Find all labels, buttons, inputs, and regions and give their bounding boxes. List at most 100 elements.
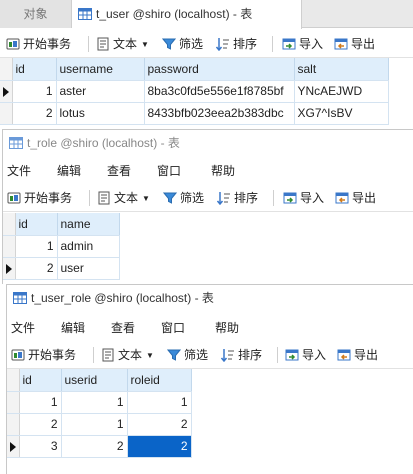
window-t-user-role: t_user_role @shiro (localhost) - 表 文件 编辑… (6, 284, 413, 474)
table-row[interactable]: 2 lotus 8433bfb023eea2b383dbc XG7^IsBV (0, 102, 389, 125)
export-button[interactable]: 导出 (334, 30, 375, 58)
tab-t-user[interactable]: t_user @shiro (localhost) - 表 (72, 0, 302, 29)
menu-window[interactable]: 窗口 (161, 317, 185, 339)
menu-view[interactable]: 查看 (107, 160, 131, 182)
text-icon (98, 191, 110, 205)
import-icon (282, 38, 296, 50)
cell-password[interactable]: 8ba3c0fd5e556e1f8785bf (144, 80, 295, 103)
column-header[interactable]: id (19, 369, 62, 392)
begin-transaction-button[interactable]: 开始事务 (7, 184, 72, 212)
filter-button[interactable]: 筛选 (163, 184, 204, 212)
row-indicator (0, 80, 13, 103)
menu-edit[interactable]: 编辑 (61, 317, 85, 339)
column-header[interactable]: password (144, 58, 295, 81)
tab-objects[interactable]: 对象 (0, 0, 72, 28)
separator (277, 347, 278, 363)
window-titlebar[interactable]: t_role @shiro (localhost) - 表 (3, 130, 413, 156)
column-header[interactable]: userid (61, 369, 128, 392)
cell-password[interactable]: 8433bfb023eea2b383dbc (144, 102, 295, 125)
column-header[interactable]: roleid (127, 369, 192, 392)
menu-file[interactable]: 文件 (11, 317, 35, 339)
window-titlebar[interactable]: t_user_role @shiro (localhost) - 表 (7, 285, 413, 311)
sort-icon (221, 349, 234, 362)
cell-roleid[interactable]: 1 (127, 391, 192, 414)
sort-icon (216, 38, 229, 51)
data-grid: id username password salt 1 aster 8ba3c0… (0, 58, 389, 125)
row-indicator (7, 435, 20, 458)
menu-window[interactable]: 窗口 (157, 160, 181, 182)
cell-id[interactable]: 2 (12, 102, 57, 125)
transaction-icon (11, 349, 25, 361)
text-icon (97, 37, 109, 51)
sort-button[interactable]: 排序 (216, 30, 257, 58)
cell-id[interactable]: 2 (15, 257, 58, 280)
row-pointer-icon (5, 263, 12, 274)
export-icon (337, 349, 351, 361)
transaction-icon (7, 192, 21, 204)
cell-username[interactable]: aster (56, 80, 145, 103)
import-button[interactable]: 导入 (283, 184, 324, 212)
cell-id[interactable]: 3 (19, 435, 62, 458)
column-header[interactable]: id (12, 58, 57, 81)
window-title: t_role @shiro (localhost) - 表 (27, 136, 180, 150)
row-indicator (0, 102, 13, 125)
header-row: id name (3, 213, 120, 236)
begin-transaction-button[interactable]: 开始事务 (6, 30, 71, 58)
table-row[interactable]: 1 aster 8ba3c0fd5e556e1f8785bf YNcAEJWD (0, 80, 389, 103)
menu-file[interactable]: 文件 (7, 160, 31, 182)
menu-edit[interactable]: 编辑 (57, 160, 81, 182)
table-row[interactable]: 1 admin (3, 235, 120, 258)
cell-username[interactable]: lotus (56, 102, 145, 125)
menu-view[interactable]: 查看 (111, 317, 135, 339)
column-header[interactable]: username (56, 58, 145, 81)
begin-transaction-button[interactable]: 开始事务 (11, 341, 76, 369)
menu-bar: 文件 编辑 查看 窗口 帮助 (3, 160, 413, 182)
window-t-user: 对象 t_user @shiro (localhost) - 表 开始事务 文本… (0, 0, 413, 130)
cell-userid[interactable]: 2 (61, 435, 128, 458)
separator (88, 36, 89, 52)
table-icon (13, 288, 27, 314)
toolbar: 开始事务 文本 ▼ 筛选 排序 导入 导出 (3, 184, 413, 212)
row-indicator-header (3, 213, 16, 236)
cell-roleid-selected[interactable]: 2 (127, 435, 192, 458)
text-button[interactable]: 文本 ▼ (101, 341, 154, 369)
cell-roleid[interactable]: 2 (127, 413, 192, 436)
table-icon (78, 3, 92, 31)
header-row: id userid roleid (7, 369, 192, 392)
row-indicator-header (7, 369, 20, 392)
import-button[interactable]: 导入 (282, 30, 323, 58)
text-button[interactable]: 文本 ▼ (97, 184, 150, 212)
table-row[interactable]: 2 user (3, 257, 120, 280)
import-button[interactable]: 导入 (285, 341, 326, 369)
cell-name[interactable]: admin (57, 235, 120, 258)
text-button[interactable]: 文本 ▼ (96, 30, 149, 58)
filter-button[interactable]: 筛选 (167, 341, 208, 369)
sort-button[interactable]: 排序 (221, 341, 262, 369)
cell-userid[interactable]: 1 (61, 391, 128, 414)
cell-salt[interactable]: XG7^IsBV (294, 102, 389, 125)
cell-id[interactable]: 1 (15, 235, 58, 258)
menu-help[interactable]: 帮助 (215, 317, 239, 339)
table-row[interactable]: 2 1 2 (7, 413, 192, 436)
cell-salt[interactable]: YNcAEJWD (294, 80, 389, 103)
filter-button[interactable]: 筛选 (162, 30, 203, 58)
cell-id[interactable]: 2 (19, 413, 62, 436)
cell-id[interactable]: 1 (19, 391, 62, 414)
column-header[interactable]: id (15, 213, 58, 236)
filter-icon (162, 38, 176, 50)
cell-userid[interactable]: 1 (61, 413, 128, 436)
export-button[interactable]: 导出 (337, 341, 378, 369)
text-icon (102, 348, 114, 362)
separator (273, 190, 274, 206)
column-header[interactable]: salt (294, 58, 389, 81)
column-header[interactable]: name (57, 213, 120, 236)
menu-help[interactable]: 帮助 (211, 160, 235, 182)
table-row[interactable]: 3 2 2 (7, 435, 192, 458)
menu-bar: 文件 编辑 查看 窗口 帮助 (7, 317, 413, 339)
export-button[interactable]: 导出 (335, 184, 376, 212)
cell-name[interactable]: user (57, 257, 120, 280)
cell-id[interactable]: 1 (12, 80, 57, 103)
table-row[interactable]: 1 1 1 (7, 391, 192, 414)
sort-button[interactable]: 排序 (217, 184, 258, 212)
chevron-down-icon: ▼ (142, 194, 150, 203)
